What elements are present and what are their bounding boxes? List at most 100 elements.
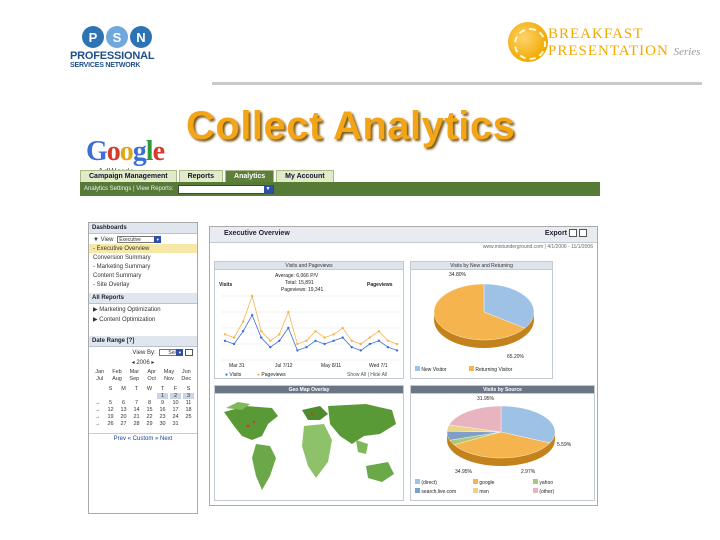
view-by-select[interactable]: Select bbox=[159, 348, 184, 356]
data-point[interactable] bbox=[395, 349, 399, 352]
calendar-icon[interactable] bbox=[185, 348, 193, 356]
calendar-day[interactable]: 6 bbox=[118, 400, 129, 406]
data-point[interactable] bbox=[323, 342, 326, 346]
subnav-links[interactable]: Analytics Settings | View Reports: bbox=[84, 186, 174, 192]
calendar-day[interactable]: 5 bbox=[105, 400, 116, 406]
data-point[interactable] bbox=[223, 339, 227, 342]
calendar-day[interactable]: 7 bbox=[131, 400, 142, 406]
data-point[interactable] bbox=[232, 342, 236, 346]
data-point[interactable] bbox=[359, 342, 362, 346]
data-point[interactable] bbox=[260, 330, 263, 333]
data-point[interactable] bbox=[305, 346, 308, 349]
data-point[interactable] bbox=[269, 346, 272, 349]
month[interactable]: May bbox=[163, 369, 174, 375]
calendar-day[interactable]: 21 bbox=[131, 414, 142, 420]
calendar-day[interactable]: 28 bbox=[131, 421, 142, 427]
calendar-day[interactable] bbox=[144, 393, 155, 399]
data-point[interactable] bbox=[314, 330, 317, 333]
week-arrow[interactable]: → bbox=[92, 400, 103, 406]
month[interactable]: Feb bbox=[111, 369, 122, 375]
calendar-day[interactable]: 12 bbox=[105, 407, 116, 413]
calendar-day[interactable]: 20 bbox=[118, 414, 129, 420]
month[interactable]: Oct bbox=[146, 376, 157, 382]
month[interactable]: Jan bbox=[94, 369, 105, 375]
data-point[interactable] bbox=[341, 336, 344, 339]
data-point[interactable] bbox=[359, 349, 362, 352]
month[interactable]: Mar bbox=[129, 369, 140, 375]
nav-item-site-overlay[interactable]: - Site Overlay bbox=[89, 280, 197, 289]
data-point[interactable] bbox=[323, 336, 326, 339]
show-hide-links[interactable]: Show All | Hide All bbox=[347, 372, 387, 378]
calendar-day[interactable] bbox=[183, 421, 194, 427]
calendar-day[interactable]: 14 bbox=[131, 407, 142, 413]
tab-campaign-management[interactable]: Campaign Management bbox=[80, 170, 177, 182]
export-button[interactable]: Export bbox=[545, 230, 567, 237]
calendar-day[interactable]: 26 bbox=[105, 421, 116, 427]
calendar-day[interactable]: 11 bbox=[183, 400, 194, 406]
calendar-day[interactable]: 18 bbox=[183, 407, 194, 413]
month[interactable]: Nov bbox=[163, 376, 174, 382]
data-point[interactable] bbox=[241, 320, 245, 323]
month[interactable]: Apr bbox=[146, 369, 157, 375]
nav-item-marketing-summary[interactable]: - Marketing Summary bbox=[89, 262, 197, 271]
calendar-nav[interactable]: Prev « Custom » Next bbox=[89, 433, 197, 444]
data-point[interactable] bbox=[287, 310, 290, 314]
calendar-day[interactable]: 23 bbox=[157, 414, 168, 420]
data-point[interactable] bbox=[368, 342, 372, 346]
calendar-day[interactable]: 24 bbox=[170, 414, 181, 420]
data-point[interactable] bbox=[377, 330, 381, 333]
calendar-day[interactable]: 3 bbox=[183, 392, 194, 399]
tab-reports[interactable]: Reports bbox=[178, 170, 224, 182]
data-point[interactable] bbox=[250, 294, 254, 298]
export-xml-icon[interactable] bbox=[579, 229, 587, 237]
data-point[interactable] bbox=[278, 333, 281, 336]
nav-item-content-summary[interactable]: Content Summary bbox=[89, 271, 197, 280]
calendar-day[interactable] bbox=[105, 393, 116, 399]
calendar-day[interactable]: 27 bbox=[118, 421, 129, 427]
data-point[interactable] bbox=[269, 339, 272, 342]
data-point[interactable] bbox=[278, 339, 281, 342]
data-point[interactable] bbox=[368, 336, 372, 339]
week-arrow[interactable] bbox=[92, 393, 103, 399]
nav-item-executive-overview[interactable]: - Executive Overview bbox=[89, 244, 197, 254]
calendar-day[interactable]: 15 bbox=[144, 407, 155, 413]
month[interactable]: Aug bbox=[111, 376, 122, 382]
nav-item-conversion-summary[interactable]: Conversion Summary bbox=[89, 253, 197, 262]
data-point[interactable] bbox=[305, 339, 308, 342]
data-point[interactable] bbox=[350, 346, 353, 349]
data-point[interactable] bbox=[250, 314, 254, 317]
calendar-day[interactable]: 9 bbox=[157, 400, 168, 406]
data-point[interactable] bbox=[296, 342, 299, 346]
calendar-day[interactable]: 8 bbox=[144, 400, 155, 406]
month[interactable]: Sep bbox=[129, 376, 140, 382]
tab-analytics[interactable]: Analytics bbox=[225, 170, 275, 182]
data-point[interactable] bbox=[395, 342, 399, 346]
data-point[interactable] bbox=[332, 339, 335, 342]
calendar-day[interactable]: 16 bbox=[157, 407, 168, 413]
calendar-day[interactable] bbox=[131, 393, 142, 399]
calendar-day[interactable]: 13 bbox=[118, 407, 129, 413]
data-point[interactable] bbox=[386, 346, 390, 349]
world-map[interactable] bbox=[216, 396, 402, 500]
data-point[interactable] bbox=[332, 333, 335, 336]
calendar-day[interactable]: 19 bbox=[105, 414, 116, 420]
calendar-day[interactable]: 29 bbox=[144, 421, 155, 427]
report-marketing-optimization[interactable]: ▶ Marketing Optimization bbox=[89, 304, 197, 314]
calendar-day[interactable]: 1 bbox=[157, 392, 168, 399]
data-point[interactable] bbox=[350, 339, 353, 342]
data-point[interactable] bbox=[241, 330, 245, 333]
calendar-day[interactable] bbox=[118, 393, 129, 399]
data-point[interactable] bbox=[314, 339, 317, 342]
calendar-day[interactable]: 30 bbox=[157, 421, 168, 427]
week-arrow[interactable]: → bbox=[92, 407, 103, 413]
month[interactable]: Jul bbox=[94, 376, 105, 382]
data-point[interactable] bbox=[386, 339, 390, 342]
tab-my-account[interactable]: My Account bbox=[276, 170, 334, 182]
report-content-optimization[interactable]: ▶ Content Optimization bbox=[89, 314, 197, 324]
calendar-day[interactable]: 10 bbox=[170, 400, 181, 406]
calendar-day[interactable]: 2 bbox=[170, 392, 181, 399]
view-select[interactable]: Executive bbox=[117, 235, 162, 243]
view-reports-select[interactable] bbox=[177, 184, 274, 194]
data-point[interactable] bbox=[341, 326, 344, 330]
data-point[interactable] bbox=[377, 339, 381, 342]
